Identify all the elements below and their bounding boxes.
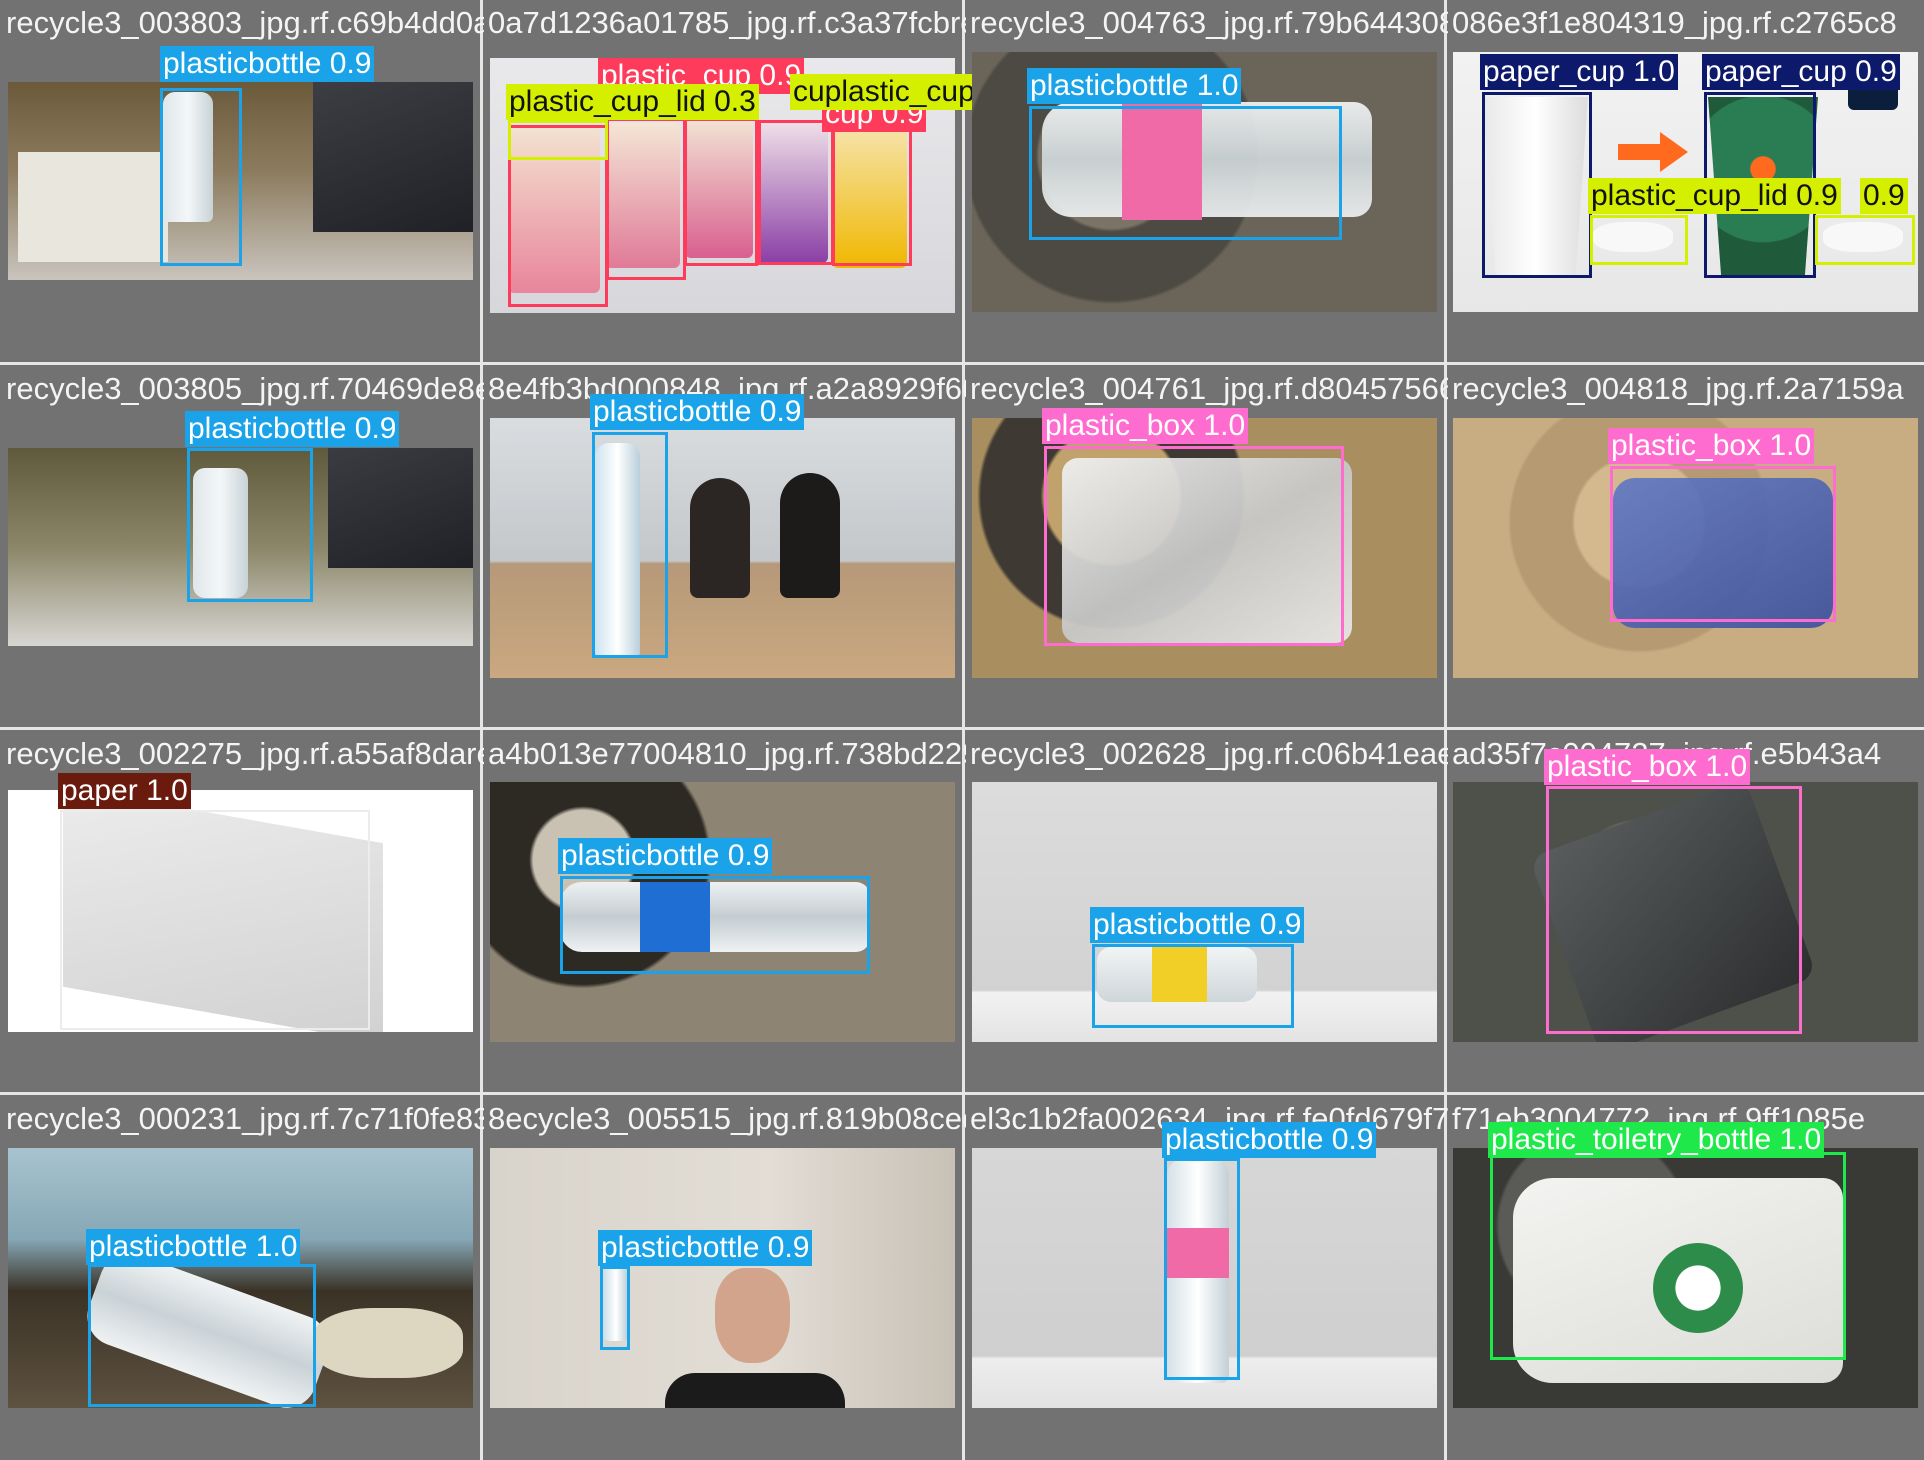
detection-box [1546, 786, 1802, 1034]
detection-label: plastic_cup_lid 0.3 [506, 84, 759, 120]
detection-label: plastic_box 1.0 [1608, 428, 1815, 464]
detection-box [60, 810, 370, 1030]
tile-title-4: 086e3f1e804319_jpg.rf.c2765c8 [1452, 5, 1897, 40]
tile-title-11: recycle3_002628_jpg.rf.c06b41eaecycle3_0… [970, 736, 1448, 771]
tile-title-3: recycle3_004763_jpg.rf.79b6443086e3f1e80… [970, 5, 1448, 40]
detection-label: plasticbottle 0.9 [558, 838, 773, 874]
tile-title-1: recycle3_003803_jpg.rf.c69b4dd0a7d1236a0… [6, 5, 484, 40]
tile-image-6[interactable] [490, 418, 955, 678]
person-head [715, 1268, 790, 1363]
person-body [665, 1373, 845, 1408]
tile-title-2: 0a7d1236a01785_jpg.rf.c3a37fcbrecycle3_0… [488, 5, 966, 40]
grid-divider-v3 [1444, 0, 1447, 1460]
grid-divider-h2 [0, 727, 1924, 730]
tile-title-10: a4b013e77004810_jpg.rf.738bd22986e4f5970… [488, 736, 966, 771]
detection-label: plasticbottle 1.0 [86, 1229, 301, 1265]
detection-box [1164, 1158, 1240, 1380]
detection-label: plastic_cup_lid 0.9 [1588, 178, 1841, 214]
detection-box [1044, 446, 1344, 646]
detection-label: plasticbottle 0.9 [185, 411, 400, 447]
detection-box [600, 1266, 630, 1350]
detection-box [88, 1264, 316, 1407]
detection-label: paper_cup 1.0 [1480, 54, 1678, 90]
grid-divider-h3 [0, 1092, 1924, 1095]
grid-divider-v2 [962, 0, 965, 1460]
person-shape [780, 473, 840, 598]
detection-box [508, 120, 608, 160]
tile-title-14: 8ecycle3_005515_jpg.rf.819b08cecycle3_00… [488, 1101, 966, 1136]
papers-stack [18, 152, 168, 262]
detection-label: plasticbottle 0.9 [598, 1230, 813, 1266]
detection-box [1610, 466, 1836, 622]
detection-box [606, 118, 686, 280]
detection-box [832, 118, 912, 266]
detection-box [187, 448, 313, 602]
tile-title-8: recycle3_004818_jpg.rf.2a7159a [1452, 371, 1904, 406]
tile-title-7: recycle3_004761_jpg.rf.d804575666c059350… [970, 371, 1448, 406]
laptop [328, 448, 473, 568]
detection-box [592, 432, 668, 658]
detection-box [160, 88, 242, 266]
detection-box [1092, 944, 1294, 1028]
detection-box [1815, 215, 1915, 265]
detection-label: plastic_toiletry_bottle 1.0 [1488, 1122, 1825, 1158]
grid-divider-h1 [0, 362, 1924, 365]
foam-shape [313, 1308, 463, 1378]
detection-label: plastic_box 1.0 [1042, 408, 1249, 444]
arrow-shape [1618, 132, 1688, 172]
detection-label: plasticbottle 0.9 [590, 394, 805, 430]
detection-label: plasticbottle 0.9 [1162, 1122, 1377, 1158]
detection-box [1482, 92, 1592, 278]
detection-grid: { "grid": { "tiles": [ {"title":"recycle… [0, 0, 1924, 1460]
detection-label: plasticbottle 0.9 [160, 46, 375, 82]
detection-box [1029, 106, 1342, 240]
detection-label: paper 1.0 [58, 773, 191, 809]
laptop [313, 82, 473, 232]
detection-label: plasticbottle 0.9 [1090, 907, 1305, 943]
detection-box [684, 118, 758, 266]
tile-image-14[interactable] [490, 1148, 955, 1408]
tile-title-5: recycle3_003805_jpg.rf.70469de8ecycle3_0… [6, 371, 484, 406]
detection-label: paper_cup 0.9 [1702, 54, 1900, 90]
detection-label: plastic_box 1.0 [1544, 749, 1751, 785]
detection-box [1590, 215, 1688, 265]
tile-title-13: recycle3_000231_jpg.rf.7c71f0fe832a28500… [6, 1101, 484, 1136]
detection-box [758, 120, 834, 265]
tile-title-9: recycle3_002275_jpg.rf.a55af8darecycle3_… [6, 736, 484, 771]
detection-box [560, 876, 870, 974]
detection-box [1490, 1152, 1846, 1360]
detection-label: plasticbottle 1.0 [1027, 68, 1242, 104]
detection-label: 0.9 [1860, 178, 1908, 214]
person-shape [690, 478, 750, 598]
grid-divider-v1 [480, 0, 483, 1460]
